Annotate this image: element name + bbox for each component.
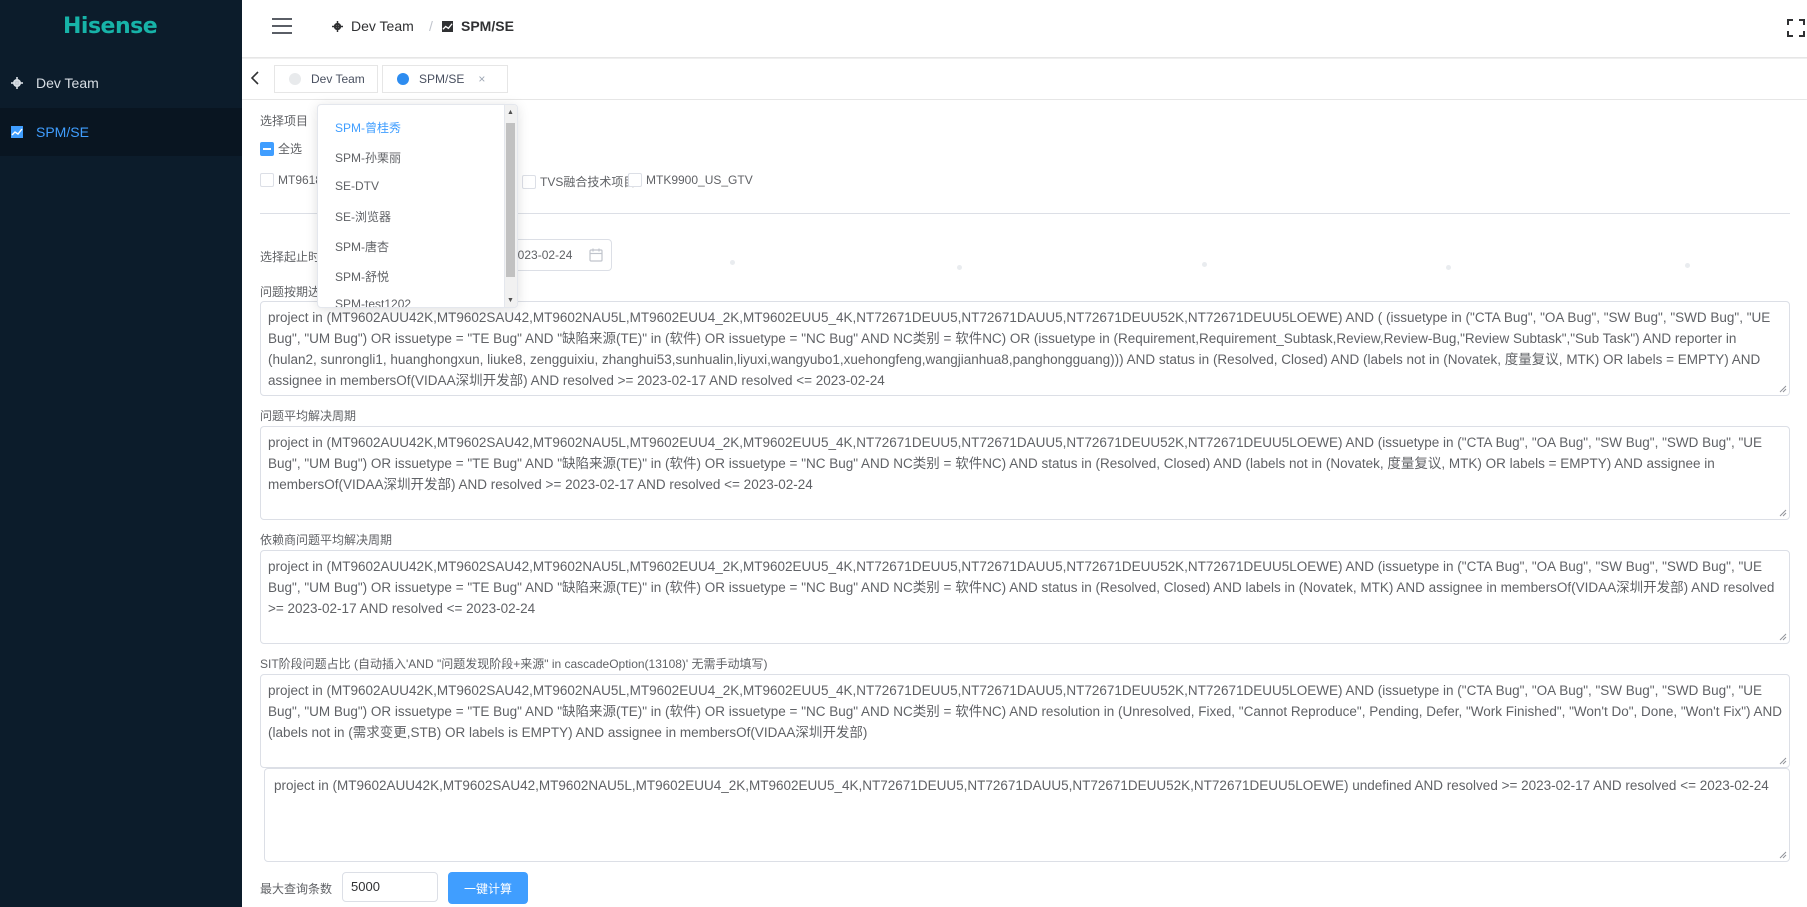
dropdown-option[interactable]: SPM-舒悦 (318, 261, 504, 291)
sidebar: Hisense Dev Team SPM/SE (0, 0, 242, 907)
checkbox-box (522, 174, 536, 189)
gear-icon (332, 20, 343, 32)
tab-spm-se[interactable]: SPM/SE × (382, 65, 508, 93)
q2-text: project in (MT9602AUU42K,MT9602SAU42,MT9… (268, 435, 1763, 492)
q5-text: project in (MT9602AUU42K,MT9602SAU42,MT9… (274, 778, 1769, 793)
tab-label: Dev Team (311, 72, 365, 86)
tab-dev-team[interactable]: Dev Team (274, 65, 378, 93)
scrollbar-thumb[interactable] (506, 123, 515, 277)
breadcrumb-dev-team[interactable]: Dev Team (332, 18, 414, 34)
resize-grip-icon[interactable] (1777, 849, 1787, 859)
max-query-value: 5000 (351, 879, 380, 894)
chart-icon (442, 20, 453, 32)
breadcrumb-separator: / (429, 18, 433, 34)
checkbox-box (260, 173, 274, 187)
resize-grip-icon[interactable] (1777, 507, 1787, 517)
checkbox-label: MTK9900_US_GTV (646, 173, 753, 187)
q2-textarea[interactable]: project in (MT9602AUU42K,MT9602SAU42,MT9… (260, 426, 1790, 520)
q4-text: project in (MT9602AUU42K,MT9602SAU42,MT9… (268, 683, 1783, 740)
breadcrumb-label: SPM/SE (461, 18, 514, 34)
checkbox-label: 全选 (278, 142, 303, 156)
resize-grip-icon[interactable] (1777, 755, 1787, 765)
max-query-label: 最大查询条数 (260, 882, 333, 896)
q3-text: project in (MT9602AUU42K,MT9602SAU42,MT9… (268, 559, 1775, 616)
select-all-checkbox[interactable]: 全选 (260, 140, 302, 157)
q4-textarea[interactable]: project in (MT9602AUU42K,MT9602SAU42,MT9… (260, 674, 1790, 768)
gear-icon (11, 77, 23, 89)
q5-textarea[interactable]: project in (MT9602AUU42K,MT9602SAU42,MT9… (264, 768, 1790, 862)
max-query-input[interactable]: 5000 (342, 872, 438, 902)
date-value: 2023-02-24 (511, 248, 573, 262)
dropdown-option[interactable]: SE-DTV (318, 171, 504, 201)
tab-status-dot (397, 73, 409, 85)
q1-textarea[interactable]: project in (MT9602AUU42K,MT9602SAU42,MT9… (260, 301, 1790, 396)
project-checkbox[interactable]: TVS融合技术项目 (522, 173, 635, 190)
sidebar-item-label: SPM/SE (36, 124, 89, 140)
project-checkbox[interactable]: MTK9900_US_GTV (628, 173, 753, 187)
resize-grip-icon[interactable] (1777, 631, 1787, 641)
top-header: Dev Team / SPM/SE (242, 0, 1807, 58)
project-checkbox[interactable]: MT9618 (260, 173, 322, 187)
checkbox-box (628, 173, 642, 187)
q3-textarea[interactable]: project in (MT9602AUU42K,MT9602SAU42,MT9… (260, 550, 1790, 644)
checkbox-box (260, 141, 274, 156)
fullscreen-icon[interactable] (1787, 19, 1805, 37)
dropdown-option[interactable]: SPM-曾桂秀 (318, 112, 504, 142)
q1-text: project in (MT9602AUU42K,MT9602SAU42,MT9… (268, 310, 1771, 388)
tab-status-dot (289, 73, 301, 85)
scroll-down-icon[interactable]: ▼ (506, 297, 515, 305)
sidebar-item-dev-team[interactable]: Dev Team (0, 59, 242, 107)
hisense-logo: Hisense (63, 14, 158, 39)
calendar-icon (589, 248, 603, 262)
resize-grip-icon[interactable] (1777, 383, 1787, 393)
close-icon[interactable]: × (478, 72, 485, 86)
project-group-dropdown: SPM-曾桂秀 SPM-孙栗丽 SE-DTV SE-浏览器 SPM-唐杏 SPM… (317, 104, 518, 308)
q1-label: 问题按期达 (260, 285, 321, 299)
dropdown-option[interactable]: SPM-test1202 (318, 289, 504, 307)
date-range-label: 选择起止时 (260, 250, 321, 264)
checkbox-label: MT9618 (278, 173, 323, 187)
chevron-left-icon[interactable] (248, 69, 262, 87)
q4-label: SIT阶段问题占比 (自动插入'AND "问题发现阶段+来源" in casca… (260, 657, 768, 671)
tabs-bar: Dev Team SPM/SE × (242, 59, 1807, 99)
dropdown-option[interactable]: SE-浏览器 (318, 201, 504, 231)
project-label: 选择项目 (260, 114, 309, 128)
calculate-button[interactable]: 一键计算 (448, 872, 528, 904)
q2-label: 问题平均解决周期 (260, 409, 357, 423)
dropdown-scrollbar[interactable]: ▲ ▼ (504, 105, 517, 307)
menu-toggle-icon[interactable] (272, 18, 292, 34)
breadcrumb-spm-se: SPM/SE (442, 18, 514, 34)
breadcrumb-label: Dev Team (351, 18, 414, 34)
checkbox-label: TVS融合技术项目 (540, 175, 636, 189)
dropdown-option[interactable]: SPM-孙栗丽 (318, 142, 504, 172)
q3-label: 依赖商问题平均解决周期 (260, 533, 393, 547)
dropdown-option[interactable]: SPM-唐杏 (318, 231, 504, 261)
scroll-up-icon[interactable]: ▲ (506, 109, 515, 117)
sidebar-item-label: Dev Team (36, 75, 99, 91)
sidebar-item-spm-se[interactable]: SPM/SE (0, 108, 242, 156)
tab-label: SPM/SE (419, 72, 465, 86)
chart-icon (11, 126, 23, 138)
